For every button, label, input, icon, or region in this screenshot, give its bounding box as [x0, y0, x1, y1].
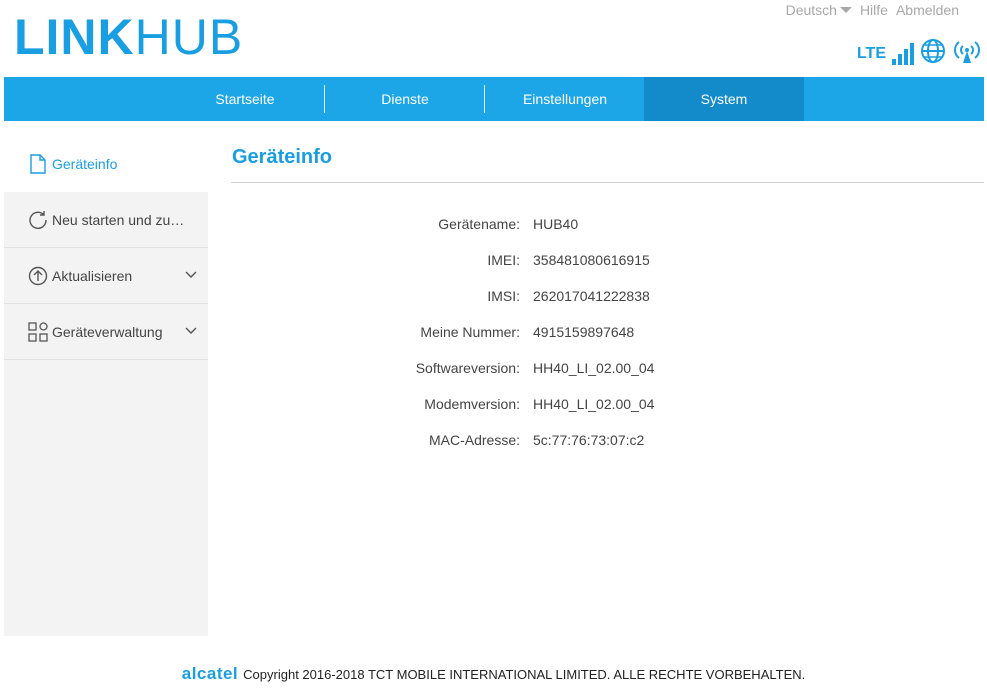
main-nav: Startseite Dienste Einstellungen System [4, 77, 984, 121]
info-label: Softwareversion: [415, 360, 520, 376]
info-row-imsi: IMSI: 262017041222838 [231, 280, 931, 316]
language-label: Deutsch [785, 2, 837, 18]
info-value: 5c:77:76:73:07:c2 [533, 432, 645, 448]
tab-dienste[interactable]: Dienste [325, 77, 485, 121]
tab-startseite[interactable]: Startseite [165, 77, 325, 121]
chevron-down-icon [185, 271, 197, 278]
signal-bars-icon [892, 42, 914, 65]
info-row-mac-address: MAC-Adresse: 5c:77:76:73:07:c2 [231, 424, 931, 460]
info-row-software-version: Softwareversion: HH40_LI_02.00_04 [231, 352, 931, 388]
info-value: HUB40 [533, 216, 579, 232]
globe-icon [920, 38, 946, 69]
sidebar-item-label: Geräteinfo [52, 156, 118, 172]
language-select[interactable]: Deutsch [786, 2, 852, 18]
chevron-down-icon [185, 327, 197, 334]
logout-link[interactable]: Abmelden [896, 2, 959, 18]
document-icon [28, 154, 48, 174]
refresh-icon [28, 210, 48, 230]
top-links: Deutsch Hilfe Abmelden [786, 2, 959, 18]
info-label: Meine Nummer: [420, 324, 520, 340]
upload-arrow-icon [28, 266, 48, 286]
sidebar: Geräteinfo Neu starten und zu… Aktualisi… [4, 136, 208, 636]
info-label: Modemversion: [424, 396, 520, 412]
chevron-down-icon [839, 7, 852, 13]
sidebar-item-label: Aktualisieren [52, 267, 133, 284]
tab-system[interactable]: System [644, 77, 804, 121]
alcatel-logo: alcatel [181, 664, 239, 683]
grid-icon [28, 321, 48, 342]
info-row-phone-number: Meine Nummer: 4915159897648 [231, 316, 931, 352]
tab-einstellungen[interactable]: Einstellungen [485, 77, 645, 121]
help-link[interactable]: Hilfe [860, 2, 888, 18]
page-title: Geräteinfo [232, 146, 333, 168]
info-value: HH40_LI_02.00_04 [533, 396, 655, 412]
logo-link-text: LINK [14, 9, 135, 65]
network-type-label: LTE [856, 44, 886, 62]
logo-hub-text: HUB [134, 9, 244, 65]
info-label: MAC-Adresse: [428, 432, 520, 448]
footer: alcatel Copyright 2016-2018 TCT MOBILE I… [0, 664, 987, 684]
linkhub-logo: LINKHUB [14, 12, 243, 62]
info-value: 4915159897648 [533, 324, 635, 340]
copyright-text: Copyright 2016-2018 TCT MOBILE INTERNATI… [243, 666, 806, 682]
info-row-device-name: Gerätename: HUB40 [231, 208, 931, 244]
info-value: 262017041222838 [533, 288, 650, 304]
info-label: Gerätename: [438, 216, 520, 232]
sidebar-item-geraeteverwaltung[interactable]: Geräteverwaltung [4, 304, 208, 360]
sidebar-item-restart-reset[interactable]: Neu starten und zu… [4, 192, 208, 248]
title-divider [231, 182, 984, 183]
info-label: IMSI: [487, 288, 520, 304]
wifi-broadcast-icon [952, 38, 982, 69]
sidebar-item-aktualisieren[interactable]: Aktualisieren [4, 248, 208, 304]
info-label: IMEI: [487, 252, 520, 268]
sidebar-item-geraeteinfo[interactable]: Geräteinfo [4, 136, 208, 192]
status-area: LTE [857, 38, 982, 69]
info-row-imei: IMEI: 358481080616915 [231, 244, 931, 280]
info-value: HH40_LI_02.00_04 [533, 360, 655, 376]
sidebar-item-label: Neu starten und zu… [52, 211, 185, 228]
info-row-modem-version: Modemversion: HH40_LI_02.00_04 [231, 388, 931, 424]
info-value: 358481080616915 [533, 252, 650, 268]
sidebar-item-label: Geräteverwaltung [52, 323, 163, 340]
